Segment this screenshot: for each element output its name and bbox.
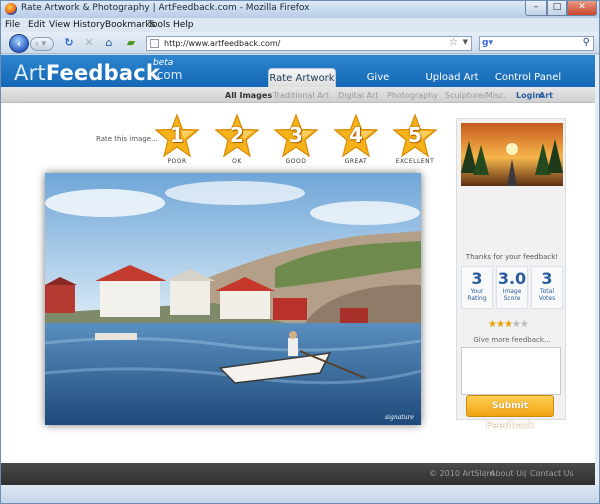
forward-button[interactable]: › ▾ bbox=[30, 37, 54, 51]
logo-beta: beta bbox=[153, 58, 174, 68]
category-nav: All Images Traditional Art Digital Art P… bbox=[1, 87, 599, 103]
footer-divider: | bbox=[484, 469, 487, 478]
back-button[interactable]: ‹ bbox=[9, 34, 29, 53]
category-all-images[interactable]: All Images bbox=[225, 91, 272, 100]
your-rating-value: 3 bbox=[471, 269, 483, 288]
total-votes-value: 3 bbox=[541, 269, 553, 288]
menu-help[interactable]: Help bbox=[173, 20, 194, 30]
site-footer: © 2010 ArtSlam | About Us | Contact Us bbox=[1, 463, 599, 485]
rate-star-1[interactable]: 1 POOR bbox=[154, 113, 200, 165]
star-number: 2 bbox=[230, 123, 244, 147]
menu-view[interactable]: View bbox=[49, 20, 70, 30]
star-caption: GREAT bbox=[344, 158, 368, 165]
menu-tools[interactable]: Tools bbox=[148, 20, 170, 30]
your-rating-label-1: Your bbox=[470, 288, 484, 295]
feedback-sidebar: Thanks for your feedback! 3 Your Rating … bbox=[456, 118, 566, 420]
star-caption: EXCELLENT bbox=[395, 158, 435, 165]
star-number: 3 bbox=[289, 123, 303, 147]
navigation-toolbar: ‹ › ▾ ↻ ✕ ⌂ ▰ http://www.artfeedback.com… bbox=[1, 32, 599, 54]
star-filled-icon: ★ bbox=[503, 319, 513, 330]
tab-give-feedback[interactable]: Give Feedback bbox=[342, 68, 414, 102]
footer-contact-link[interactable]: Contact Us bbox=[530, 469, 574, 478]
browser-window: Rate Artwork & Photography | ArtFeedback… bbox=[0, 0, 600, 504]
page-favicon bbox=[150, 39, 159, 48]
bookmark-star-icon[interactable]: ☆ bbox=[449, 37, 458, 48]
rate-star-5[interactable]: 5 EXCELLENT bbox=[392, 113, 438, 165]
category-digital-art[interactable]: Digital Art bbox=[338, 91, 378, 100]
give-more-feedback-label: Give more feedback... bbox=[473, 336, 551, 344]
rate-prompt: Rate this image... bbox=[96, 135, 158, 143]
tab-rate-artwork[interactable]: Rate Artwork bbox=[268, 68, 336, 87]
footer-divider: | bbox=[524, 469, 527, 478]
search-box[interactable]: g▾ ⚲ bbox=[479, 36, 594, 51]
total-votes-box: 3 Total Votes bbox=[531, 266, 563, 309]
artwork-thumbnail[interactable] bbox=[461, 123, 563, 186]
rate-star-2[interactable]: 2 OK bbox=[214, 113, 260, 165]
star-caption: OK bbox=[232, 158, 242, 165]
star-number: 4 bbox=[349, 123, 363, 147]
total-votes-label-1: Total bbox=[539, 288, 554, 295]
site-header: ArtFeedback beta .com Rate Artwork Give … bbox=[1, 55, 599, 102]
star-number: 5 bbox=[408, 123, 422, 147]
url-bar[interactable]: http://www.artfeedback.com/ ☆ ▼ bbox=[146, 36, 472, 51]
image-score-label-2: Score bbox=[503, 295, 521, 302]
category-traditional-art[interactable]: Traditional Art bbox=[273, 91, 329, 100]
star-caption: GOOD bbox=[285, 158, 307, 165]
image-score-label-1: Image bbox=[502, 288, 522, 295]
home-icon[interactable]: ⌂ bbox=[103, 37, 115, 49]
logo-com: .com bbox=[153, 68, 183, 82]
harbor-painting: signature bbox=[44, 173, 422, 425]
feedback-textarea[interactable] bbox=[461, 347, 561, 395]
site-logo[interactable]: ArtFeedback bbox=[14, 61, 160, 85]
maximize-button[interactable]: □ bbox=[547, 1, 567, 16]
total-votes-label-2: Votes bbox=[538, 295, 556, 302]
category-photography[interactable]: Photography bbox=[387, 91, 438, 100]
title-bar: Rate Artwork & Photography | ArtFeedback… bbox=[1, 1, 599, 18]
addon-icon[interactable]: ▰ bbox=[125, 37, 137, 49]
footer-about-link[interactable]: About Us bbox=[490, 469, 526, 478]
status-bar bbox=[1, 485, 599, 503]
star-empty-icon: ★ bbox=[511, 319, 521, 330]
star-number: 1 bbox=[170, 123, 184, 147]
menu-history[interactable]: History bbox=[73, 20, 105, 30]
artwork-image: signature bbox=[44, 173, 422, 425]
menu-file[interactable]: File bbox=[5, 20, 20, 30]
google-icon[interactable]: g▾ bbox=[482, 38, 494, 49]
firefox-icon bbox=[5, 3, 17, 15]
window-title: Rate Artwork & Photography | ArtFeedback… bbox=[21, 3, 310, 13]
rate-star-4[interactable]: 4 GREAT bbox=[333, 113, 379, 165]
score-stars: ★★★★★ bbox=[488, 319, 529, 330]
url-text[interactable]: http://www.artfeedback.com/ bbox=[164, 39, 280, 48]
search-icon[interactable]: ⚲ bbox=[583, 37, 590, 48]
stop-icon[interactable]: ✕ bbox=[83, 37, 95, 49]
menu-bar: File Edit View History Bookmarks Tools H… bbox=[1, 18, 599, 32]
minimize-button[interactable]: – bbox=[525, 1, 547, 16]
reload-icon[interactable]: ↻ bbox=[63, 37, 75, 49]
your-rating-label-2: Rating bbox=[467, 295, 487, 302]
svg-text:signature: signature bbox=[385, 414, 414, 421]
vertical-scrollbar[interactable] bbox=[595, 55, 599, 485]
tab-control-panel[interactable]: Control Panel bbox=[494, 68, 562, 87]
login-link[interactable]: Art bbox=[539, 91, 553, 100]
image-score-value: 3.0 bbox=[497, 269, 527, 288]
star-filled-icon: ★ bbox=[495, 319, 505, 330]
close-button[interactable]: ✕ bbox=[567, 1, 597, 16]
rate-star-3[interactable]: 3 GOOD bbox=[273, 113, 319, 165]
image-score-box: 3.0 Image Score bbox=[496, 266, 528, 309]
web-page: ArtFeedback beta .com Rate Artwork Give … bbox=[1, 55, 599, 493]
url-dropdown-icon[interactable]: ▼ bbox=[463, 38, 468, 46]
tab-upload-art[interactable]: Upload Art bbox=[423, 68, 481, 87]
menu-edit[interactable]: Edit bbox=[28, 20, 45, 30]
your-rating-box: 3 Your Rating bbox=[461, 266, 493, 309]
star-caption: POOR bbox=[167, 158, 187, 165]
submit-feedback-button[interactable]: Submit Feedback bbox=[466, 395, 554, 431]
thanks-message: Thanks for your feedback! bbox=[465, 253, 559, 261]
star-filled-icon: ★ bbox=[488, 319, 497, 330]
star-empty-icon: ★ bbox=[519, 319, 529, 330]
category-sculpture[interactable]: Sculpture/Misc. bbox=[445, 91, 506, 100]
